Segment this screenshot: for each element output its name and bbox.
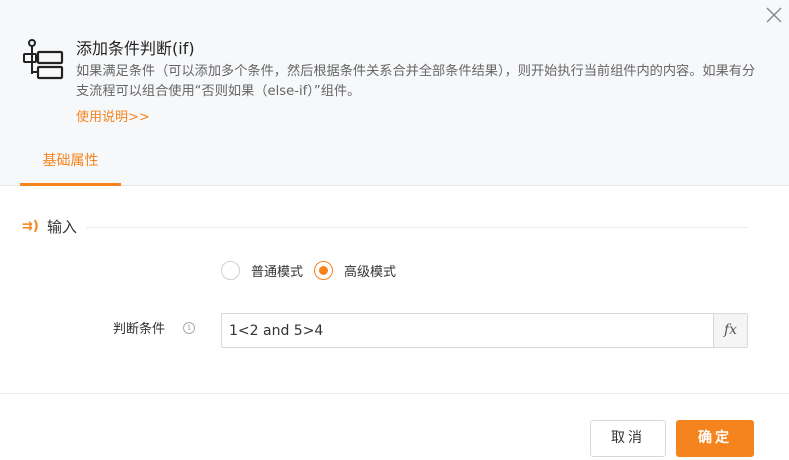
radio-normal-mode[interactable]: 普通模式 — [221, 260, 304, 280]
if-component-icon — [23, 39, 64, 80]
radio-advanced-mode[interactable]: 高级模式 — [314, 260, 397, 280]
confirm-button[interactable]: 确定 — [676, 420, 754, 457]
condition-input-wrapper: fx — [221, 313, 748, 348]
close-icon[interactable] — [763, 4, 785, 26]
section-title: 输入 — [47, 218, 78, 236]
section-divider — [86, 227, 748, 228]
cancel-button[interactable]: 取消 — [590, 420, 666, 457]
radio-label: 普通模式 — [251, 264, 304, 280]
fx-expression-button[interactable]: fx — [713, 314, 747, 347]
dialog-title: 添加条件判断(if) — [76, 39, 195, 58]
footer-divider — [0, 393, 789, 394]
radio-circle-unchecked[interactable] — [221, 260, 240, 280]
section-input-icon: ⇉) — [22, 219, 39, 234]
condition-label: 判断条件 — [113, 322, 166, 337]
condition-input[interactable] — [222, 314, 713, 347]
radio-label: 高级模式 — [344, 264, 397, 280]
info-icon[interactable]: i — [183, 322, 195, 334]
tab-basic-properties[interactable]: 基础属性 — [20, 145, 121, 186]
usage-instructions-link[interactable]: 使用说明>> — [76, 108, 150, 128]
dialog-description: 如果满足条件（可以添加多个条件，然后根据条件关系合并全部条件结果），则开始执行当… — [76, 64, 756, 99]
dialog-header: 添加条件判断(if) 如果满足条件（可以添加多个条件，然后根据条件关系合并全部条… — [0, 0, 789, 186]
mode-radio-group: 普通模式 高级模式 — [221, 260, 407, 280]
radio-circle-checked[interactable] — [314, 260, 334, 280]
